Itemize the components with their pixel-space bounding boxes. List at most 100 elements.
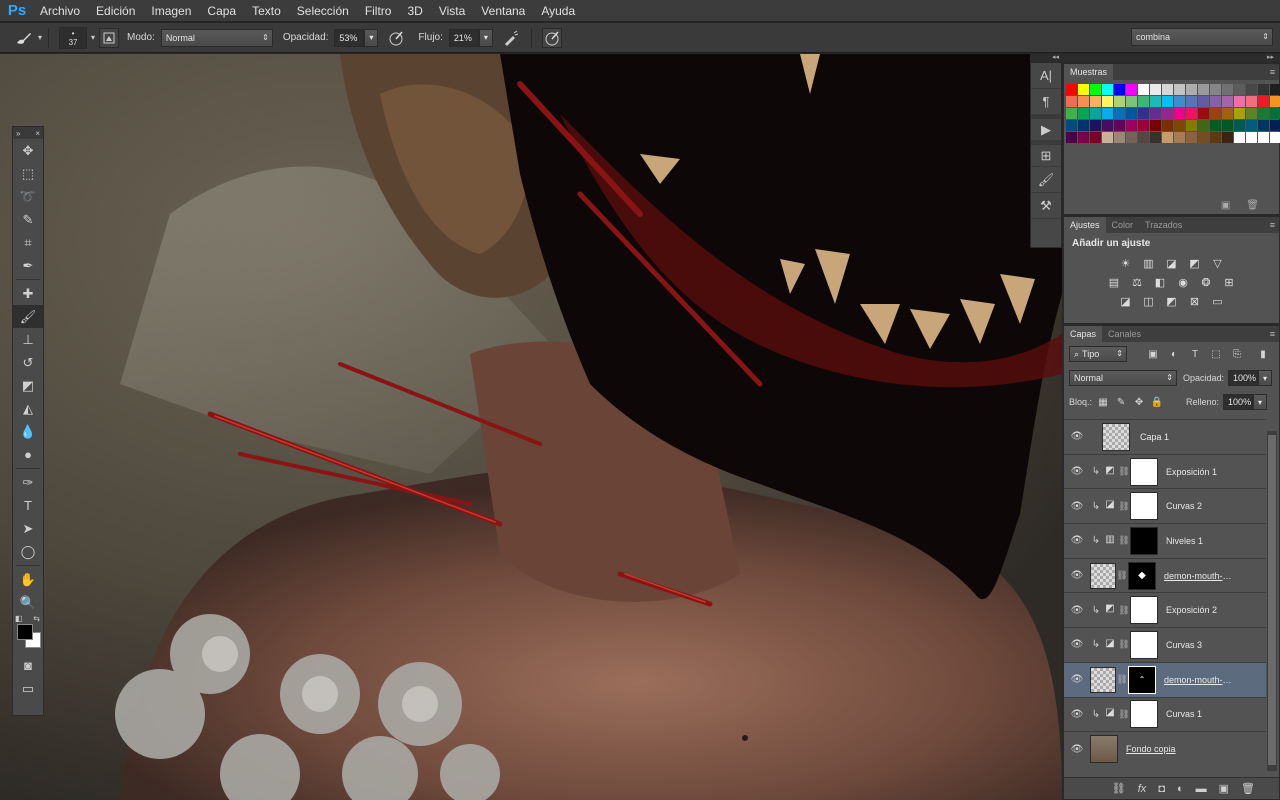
color-swatch[interactable]	[1198, 132, 1209, 143]
layer-mask-thumbnail[interactable]	[1130, 526, 1158, 555]
exposure-icon[interactable]: ◩	[1185, 255, 1204, 272]
black-white-icon[interactable]: ◧	[1151, 274, 1170, 291]
color-swatch[interactable]	[1186, 120, 1197, 131]
color-swatch[interactable]	[1102, 84, 1113, 95]
photo-filter-icon[interactable]: ◉	[1174, 274, 1193, 291]
layer-name[interactable]: Capa 1	[1140, 432, 1169, 442]
color-swatch[interactable]	[1114, 96, 1125, 107]
marquee-tool-icon[interactable]: ⬚	[13, 162, 43, 185]
layer-name[interactable]: Curvas 2	[1166, 501, 1202, 511]
menu-ventana[interactable]: Ventana	[473, 0, 533, 22]
new-layer-icon[interactable]: ▣	[1219, 782, 1229, 795]
color-swatch[interactable]	[1078, 120, 1089, 131]
color-swatch[interactable]	[1078, 132, 1089, 143]
color-swatch[interactable]	[1210, 120, 1221, 131]
layer-row[interactable]: 👁 ↳ ▥ ⛓ Niveles 1	[1064, 523, 1266, 558]
lock-all-icon[interactable]: 🔒	[1150, 395, 1164, 409]
color-swatch[interactable]	[1162, 120, 1173, 131]
lock-transparency-icon[interactable]: ▦	[1096, 395, 1110, 409]
healing-brush-tool-icon[interactable]: ✚	[13, 282, 43, 305]
color-swatch[interactable]	[1090, 108, 1101, 119]
color-swatch[interactable]	[1078, 84, 1089, 95]
quick-mask-icon[interactable]: ◙	[13, 654, 43, 677]
workspace-select[interactable]: combina ⇕	[1131, 28, 1273, 46]
filter-pixel-icon[interactable]: ▣	[1146, 347, 1160, 361]
color-swatch[interactable]	[1102, 132, 1113, 143]
color-swatch[interactable]	[1174, 96, 1185, 107]
hand-tool-icon[interactable]: ✋	[13, 568, 43, 591]
foreground-color-swatch[interactable]	[17, 624, 33, 640]
trash-icon[interactable]: 🗑	[1246, 200, 1259, 211]
blur-tool-icon[interactable]: 💧	[13, 420, 43, 443]
color-swatch[interactable]	[1234, 96, 1245, 107]
color-swatch[interactable]	[1114, 108, 1125, 119]
color-swatch[interactable]	[1270, 108, 1280, 119]
link-icon[interactable]: ⛓	[1118, 639, 1130, 650]
add-mask-icon[interactable]: ◘	[1158, 783, 1165, 795]
actions-panel-icon[interactable]: ▶	[1031, 115, 1061, 141]
brush-size-picker[interactable]: • 37	[59, 26, 88, 49]
menu-3d[interactable]: 3D	[399, 0, 430, 22]
threshold-icon[interactable]: ◩	[1162, 293, 1181, 310]
color-swatch[interactable]	[1222, 132, 1233, 143]
lock-pixels-icon[interactable]: ✎	[1114, 395, 1128, 409]
menu-capa[interactable]: Capa	[199, 0, 244, 22]
tab-canales[interactable]: Canales	[1102, 326, 1147, 342]
filter-type-icon[interactable]: T	[1188, 347, 1202, 361]
opacity-input[interactable]: 53%	[334, 28, 365, 47]
paragraph-panel-icon[interactable]: ¶	[1031, 89, 1061, 115]
eraser-tool-icon[interactable]: ◩	[13, 374, 43, 397]
color-swatch[interactable]	[1102, 120, 1113, 131]
brush-panel-toggle-icon[interactable]	[99, 27, 120, 48]
brush-picker-arrow[interactable]: ▾	[91, 33, 95, 42]
visibility-eye-icon[interactable]: 👁	[1064, 639, 1090, 650]
color-swatch[interactable]	[1126, 132, 1137, 143]
mode-select[interactable]: Normal ⇕	[160, 28, 273, 47]
color-swatch[interactable]	[1222, 108, 1233, 119]
color-lookup-icon[interactable]: ⊞	[1220, 274, 1239, 291]
blend-mode-select[interactable]: Normal ⇕	[1069, 370, 1177, 386]
history-panel-icon[interactable]: ⊞	[1031, 141, 1061, 167]
new-group-icon[interactable]: ▬	[1196, 783, 1207, 795]
color-swatch[interactable]	[1090, 84, 1101, 95]
layer-row-selected[interactable]: 👁 ⛓ ⌃ demon-mouth-wit...	[1064, 661, 1266, 697]
color-swatch[interactable]	[1222, 84, 1233, 95]
channel-mixer-icon[interactable]: ❂	[1197, 274, 1216, 291]
color-swatch[interactable]	[1270, 84, 1280, 95]
close-icon[interactable]: ×	[35, 129, 40, 138]
color-swatch[interactable]	[1174, 84, 1185, 95]
invert-icon[interactable]: ◪	[1116, 293, 1135, 310]
selective-color-icon[interactable]: ⊠	[1185, 293, 1204, 310]
color-swatch[interactable]	[1210, 108, 1221, 119]
opacity-dropdown[interactable]: ▾	[364, 28, 379, 47]
crop-tool-icon[interactable]: ⌗	[13, 231, 43, 254]
color-swatch[interactable]	[1270, 120, 1280, 131]
color-swatch[interactable]	[1102, 108, 1113, 119]
color-swatch[interactable]	[1246, 108, 1257, 119]
visibility-eye-icon[interactable]: 👁	[1064, 535, 1090, 546]
color-swatch[interactable]	[1186, 96, 1197, 107]
layer-row[interactable]: 👁 ↳ ◪ ⛓ Curvas 2	[1064, 488, 1266, 524]
layer-row[interactable]: 👁 ↳ ◪ ⛓ Curvas 3	[1064, 627, 1266, 662]
color-swatch[interactable]	[1078, 96, 1089, 107]
menu-filtro[interactable]: Filtro	[357, 0, 400, 22]
color-swatch[interactable]	[1150, 108, 1161, 119]
pressure-size-icon[interactable]	[541, 27, 562, 48]
character-panel-icon[interactable]: A|	[1031, 63, 1061, 89]
scrollbar-thumb[interactable]	[1268, 435, 1276, 765]
lock-position-icon[interactable]: ✥	[1132, 395, 1146, 409]
tab-color[interactable]: Color	[1106, 217, 1140, 233]
dodge-tool-icon[interactable]: ●	[13, 443, 43, 466]
color-swatch[interactable]	[1090, 120, 1101, 131]
clone-stamp-tool-icon[interactable]: ⊥	[13, 328, 43, 351]
color-swatch[interactable]	[1198, 96, 1209, 107]
visibility-eye-icon[interactable]: 👁	[1064, 605, 1090, 616]
layer-name[interactable]: Fondo copia	[1126, 744, 1176, 754]
default-colors-icon[interactable]: ◧	[15, 614, 23, 623]
color-swatch[interactable]	[1174, 132, 1185, 143]
color-swatch[interactable]	[1078, 108, 1089, 119]
fill-input[interactable]: 100%	[1223, 394, 1254, 410]
color-swatch[interactable]	[1258, 108, 1269, 119]
color-swatch[interactable]	[1162, 108, 1173, 119]
link-icon[interactable]: ⛓	[1116, 674, 1128, 685]
